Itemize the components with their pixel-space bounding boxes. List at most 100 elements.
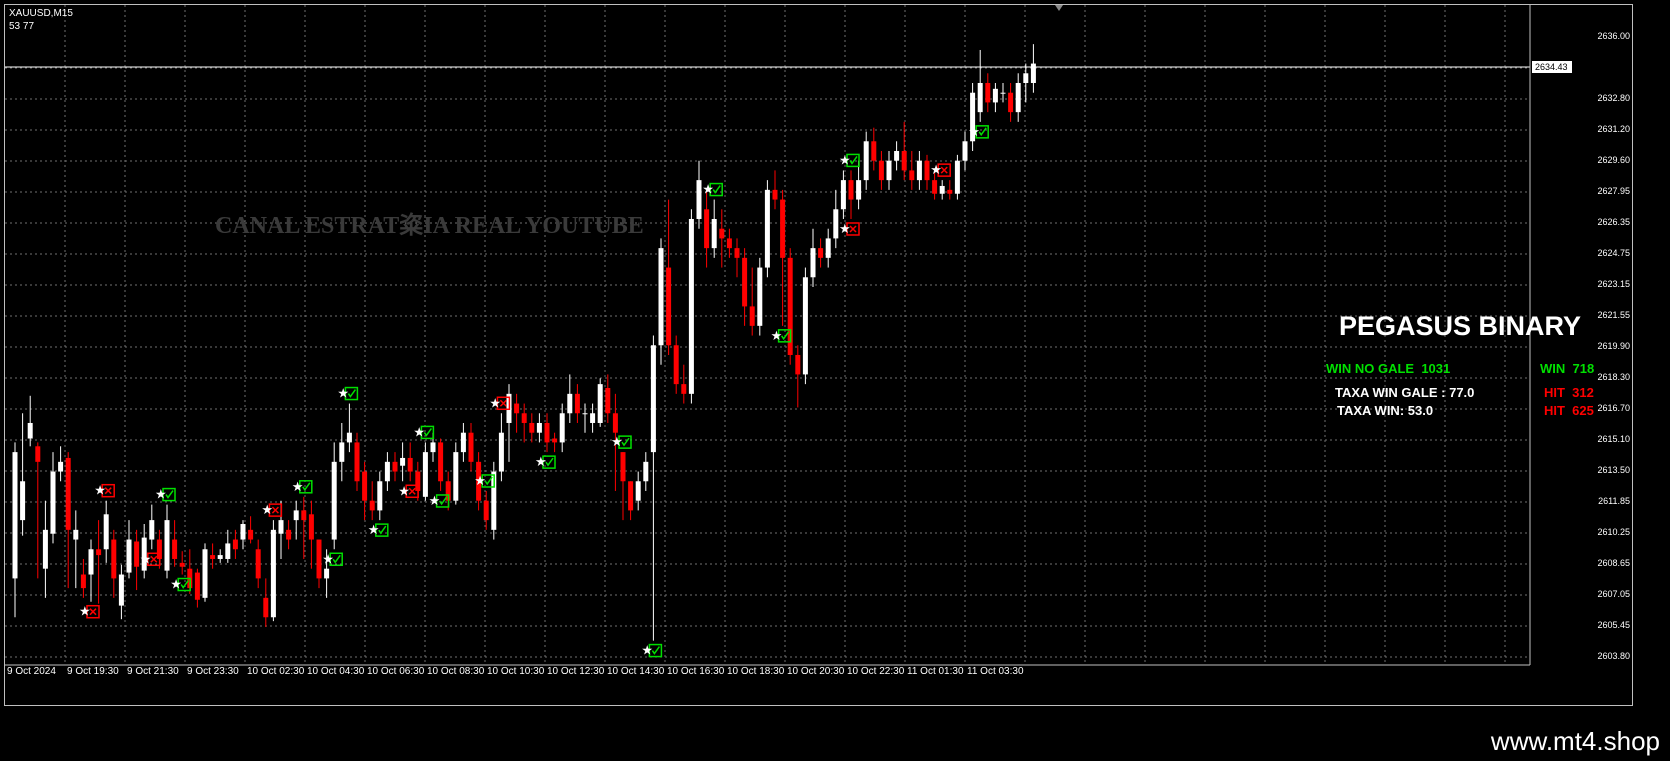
candle-body — [407, 457, 413, 472]
signal-star-icon: ★ — [368, 523, 380, 538]
candle — [802, 267, 808, 385]
candle — [704, 189, 710, 268]
candle — [240, 520, 246, 550]
candle-body — [331, 461, 337, 540]
candle-body — [650, 345, 656, 453]
candle-body — [35, 446, 41, 462]
candle-body — [802, 277, 808, 375]
candle-body — [521, 413, 527, 423]
footer-bar — [0, 718, 1670, 761]
candle — [384, 452, 390, 491]
candle — [194, 568, 200, 608]
candle — [856, 160, 862, 210]
check-mark — [978, 127, 987, 137]
candle — [301, 496, 307, 559]
price-tick-label: 2613.50 — [1597, 465, 1630, 475]
chart-window[interactable]: ★ ★ ★ ★ ★ ★ ★ ★ ★ ★ ★ ★ ★ ★ ★ ★ ★ ★ ★ ★ ★ ★ ★ ★ 2634.43 XAUUSD,… — [4, 4, 1633, 706]
time-tick-label: 10 Oct 18:30 — [727, 666, 785, 677]
candle-body — [240, 524, 246, 540]
price-tick-label: 2627.95 — [1597, 186, 1630, 196]
candle-body — [202, 549, 208, 598]
candle-body — [20, 481, 26, 521]
signal-star-icon: ★ — [170, 578, 182, 593]
candle — [20, 413, 26, 536]
signal-star-icon: ★ — [771, 329, 783, 344]
candle — [878, 150, 884, 190]
candle-body — [628, 481, 634, 511]
candle — [992, 82, 998, 113]
candle — [293, 500, 299, 540]
candle-body — [369, 500, 375, 511]
signal-star-icon: ★ — [535, 455, 547, 470]
candle-body — [582, 413, 588, 415]
candle — [58, 446, 64, 482]
check-mark — [347, 389, 357, 398]
candle — [506, 384, 512, 462]
price-chart[interactable]: ★ ★ ★ ★ ★ ★ ★ ★ ★ ★ ★ ★ ★ ★ ★ ★ ★ ★ ★ ★ ★ ★ ★ ★ 2634.43 — [5, 5, 1632, 705]
signal-star-icon: ★ — [968, 125, 980, 140]
candle-body — [301, 510, 307, 521]
candle — [954, 154, 960, 200]
candle — [468, 422, 474, 472]
hit-count-2: HIT 625 — [1544, 403, 1594, 418]
signal-star-icon: ★ — [140, 552, 152, 567]
candle-body — [597, 384, 603, 423]
time-tick-label: 10 Oct 06:30 — [367, 666, 425, 677]
candle-body — [871, 141, 877, 161]
win-no-gale: WIN NO GALE 1031 — [1326, 361, 1451, 376]
candle — [377, 471, 383, 521]
price-tick-label: 2619.90 — [1597, 341, 1630, 351]
candle — [118, 564, 124, 620]
candle-body — [658, 248, 664, 346]
candle — [369, 481, 375, 521]
time-tick-label: 9 Oct 23:30 — [187, 666, 239, 677]
current-price-tag-text: 2634.43 — [1535, 62, 1568, 72]
price-tick-label: 2616.70 — [1597, 403, 1630, 413]
candle — [939, 180, 945, 200]
taxa-win: TAXA WIN: 53.0 — [1337, 403, 1434, 418]
signal-star-icon: ★ — [94, 484, 106, 499]
candle — [210, 543, 216, 569]
time-tick-label: 10 Oct 22:30 — [847, 666, 905, 677]
candle — [149, 504, 155, 550]
candle-body — [316, 539, 322, 579]
candle — [80, 558, 86, 598]
signal-star-icon: ★ — [429, 494, 441, 509]
price-tick-label: 2623.15 — [1597, 279, 1630, 289]
candle — [400, 442, 406, 482]
candle-body — [1008, 92, 1014, 113]
candle-body — [430, 442, 436, 453]
candle-body — [666, 267, 672, 346]
candle — [742, 248, 748, 326]
candle — [559, 403, 565, 453]
candle — [308, 500, 314, 569]
candle-body — [384, 461, 390, 482]
candle — [757, 257, 763, 336]
time-tick-label: 11 Oct 01:30 — [907, 666, 964, 677]
signal-star-icon: ★ — [292, 480, 304, 495]
candle-body — [643, 461, 649, 482]
price-tick-label: 2610.25 — [1597, 527, 1630, 537]
candle-body — [392, 461, 398, 472]
candle-body — [863, 141, 869, 181]
candle — [947, 180, 953, 200]
candle-body — [992, 88, 998, 103]
candle-body — [278, 520, 284, 534]
candle-body — [962, 141, 968, 161]
chart-shift-marker[interactable] — [1055, 5, 1063, 11]
x-mark — [150, 555, 158, 563]
candle-body — [324, 568, 330, 579]
candle-body — [916, 160, 922, 181]
candle-body — [795, 354, 801, 375]
candle — [749, 267, 755, 336]
x-mark — [849, 225, 857, 233]
candle-body — [96, 549, 102, 556]
price-tick-label: 2624.75 — [1597, 248, 1630, 258]
signal-star-icon: ★ — [702, 183, 714, 198]
candle — [574, 384, 580, 423]
candle — [202, 543, 208, 602]
price-tick-label: 2636.00 — [1597, 31, 1630, 41]
candle-body — [620, 452, 626, 482]
candle — [172, 520, 178, 567]
candle-body — [263, 597, 269, 618]
